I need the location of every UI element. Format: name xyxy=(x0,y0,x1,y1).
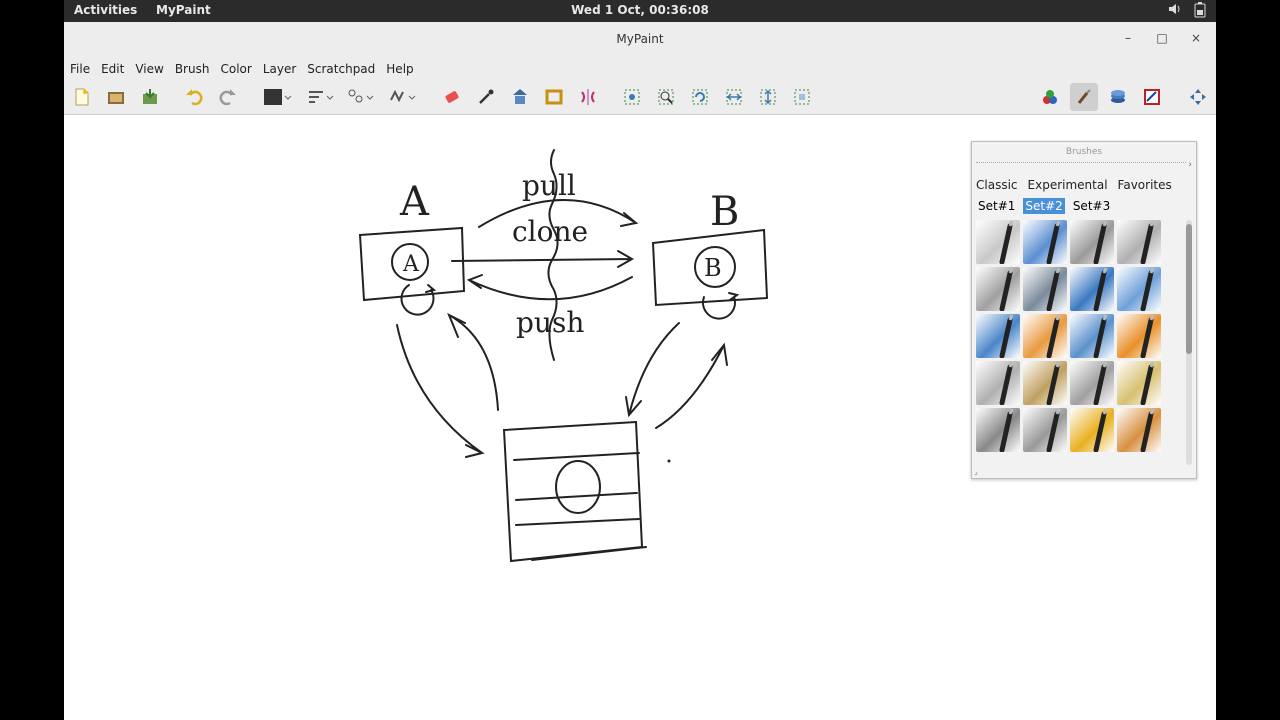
brush-preset-icon[interactable] xyxy=(1117,361,1161,406)
tab-set2[interactable]: Set#2 xyxy=(1023,198,1065,214)
clone-arrow xyxy=(451,250,635,268)
brush-preset-icon[interactable] xyxy=(1117,220,1161,265)
brush-preset-icon[interactable] xyxy=(1117,267,1161,312)
redo-icon[interactable] xyxy=(218,87,238,107)
brushes-panel: Brushes › Classic Experimental Favorites… xyxy=(971,141,1197,479)
brush-panel-icon[interactable] xyxy=(1070,83,1098,111)
title-bar[interactable]: MyPaint – □ × xyxy=(64,22,1216,58)
menu-view[interactable]: View xyxy=(135,62,163,76)
close-button[interactable]: × xyxy=(1188,31,1204,45)
ws-to-repo-a-arrow xyxy=(447,312,499,411)
tab-experimental[interactable]: Experimental xyxy=(1028,178,1108,192)
tab-set1[interactable]: Set#1 xyxy=(976,198,1017,214)
label-b: B xyxy=(710,189,739,235)
brush-preset-icon[interactable] xyxy=(1070,267,1114,312)
speaker-icon[interactable] xyxy=(1168,2,1182,21)
push-label: push xyxy=(516,306,584,339)
open-file-icon[interactable] xyxy=(106,87,126,107)
undo-icon[interactable] xyxy=(184,87,204,107)
menu-help[interactable]: Help xyxy=(386,62,413,76)
frame-icon[interactable] xyxy=(544,87,564,107)
system-tray[interactable] xyxy=(1168,2,1206,21)
brush-size-icon[interactable] xyxy=(306,87,336,107)
brush-grid xyxy=(976,220,1182,465)
brush-modifiers-icon[interactable] xyxy=(388,87,418,107)
brush-preset-icon[interactable] xyxy=(976,314,1020,359)
workspace-box xyxy=(502,420,644,563)
brush-preset-icon[interactable] xyxy=(976,408,1020,453)
brush-preset-icon[interactable] xyxy=(976,220,1020,265)
brush-preset-icon[interactable] xyxy=(1023,361,1067,406)
eraser-icon[interactable] xyxy=(442,87,462,107)
pull-label: pull xyxy=(522,169,576,202)
gnome-top-bar: Activities MyPaint Wed 1 Oct, 00:36:08 xyxy=(64,0,1216,22)
brush-preset-icon[interactable] xyxy=(976,267,1020,312)
menu-color[interactable]: Color xyxy=(220,62,251,76)
flip-vertical-icon[interactable] xyxy=(758,87,778,107)
repo-b-to-ws-arrow xyxy=(625,322,680,418)
brush-preset-icon[interactable] xyxy=(1023,408,1067,453)
brush-preset-icon[interactable] xyxy=(1117,314,1161,359)
color-picker-icon[interactable] xyxy=(476,87,496,107)
panel-expand-icon[interactable]: › xyxy=(1188,160,1192,170)
brush-preset-icon[interactable] xyxy=(1023,314,1067,359)
new-document-icon[interactable] xyxy=(72,87,92,107)
symmetry-icon[interactable] xyxy=(578,87,598,107)
brush-preset-icon[interactable] xyxy=(1117,408,1161,453)
brushes-panel-title: Brushes xyxy=(1065,147,1103,157)
brush-opacity-icon[interactable] xyxy=(346,87,376,107)
fullscreen-icon[interactable] xyxy=(792,87,812,107)
panel-drag-grip[interactable] xyxy=(976,162,1186,163)
window-title: MyPaint xyxy=(616,32,664,46)
repo-b-loop xyxy=(702,292,740,320)
menu-layer[interactable]: Layer xyxy=(263,62,296,76)
battery-icon[interactable] xyxy=(1194,2,1206,21)
pan-icon[interactable] xyxy=(510,87,530,107)
node-a-text: A xyxy=(402,252,420,277)
tab-classic[interactable]: Classic xyxy=(976,178,1018,192)
main-toolbar xyxy=(64,80,1216,115)
minimize-button[interactable]: – xyxy=(1120,31,1136,45)
menu-scratchpad[interactable]: Scratchpad xyxy=(307,62,375,76)
rotate-icon[interactable] xyxy=(690,87,710,107)
mypaint-window: MyPaint – □ × File Edit View Brush Color… xyxy=(64,22,1216,720)
brush-set-tabs: Set#1 Set#2 Set#3 xyxy=(976,198,1112,214)
clock[interactable]: Wed 1 Oct, 00:36:08 xyxy=(64,3,1216,17)
color-panel-icon[interactable] xyxy=(1040,87,1060,107)
repo-a-loop xyxy=(400,284,437,316)
color-swatch-icon[interactable] xyxy=(262,87,292,107)
zoom-fit-icon[interactable] xyxy=(622,87,642,107)
menu-edit[interactable]: Edit xyxy=(101,62,124,76)
brush-preset-icon[interactable] xyxy=(1023,267,1067,312)
maximize-button[interactable]: □ xyxy=(1154,31,1170,45)
brush-preset-icon[interactable] xyxy=(976,361,1020,406)
tab-set3[interactable]: Set#3 xyxy=(1071,198,1112,214)
brush-grid-scrollbar[interactable] xyxy=(1186,220,1192,465)
brush-preset-icon[interactable] xyxy=(1070,361,1114,406)
scratchpad-panel-icon[interactable] xyxy=(1142,87,1162,107)
workspace-node xyxy=(555,460,601,514)
layers-panel-icon[interactable] xyxy=(1108,87,1128,107)
clone-label: clone xyxy=(512,215,588,248)
move-panel-icon[interactable] xyxy=(1188,87,1208,107)
push-arrow xyxy=(466,274,633,301)
panel-resize-grip[interactable]: ⌟ xyxy=(974,467,978,476)
menu-brush[interactable]: Brush xyxy=(175,62,210,76)
brush-preset-icon[interactable] xyxy=(1070,314,1114,359)
ws-to-repo-b-arrow xyxy=(655,342,728,429)
brush-preset-icon[interactable] xyxy=(1023,220,1067,265)
label-a: A xyxy=(399,179,430,225)
zoom-icon[interactable] xyxy=(656,87,676,107)
brush-group-tabs: Classic Experimental Favorites xyxy=(976,178,1172,192)
node-b-text: B xyxy=(704,254,722,282)
save-file-icon[interactable] xyxy=(140,87,160,107)
tab-favorites[interactable]: Favorites xyxy=(1118,178,1172,192)
menu-bar: File Edit View Brush Color Layer Scratch… xyxy=(64,58,1216,80)
menu-file[interactable]: File xyxy=(70,62,90,76)
repo-a-to-ws-arrow xyxy=(396,324,485,458)
flip-horizontal-icon[interactable] xyxy=(724,87,744,107)
scrollbar-thumb[interactable] xyxy=(1186,224,1192,354)
brush-preset-icon[interactable] xyxy=(1070,220,1114,265)
brush-preset-icon[interactable] xyxy=(1070,408,1114,453)
